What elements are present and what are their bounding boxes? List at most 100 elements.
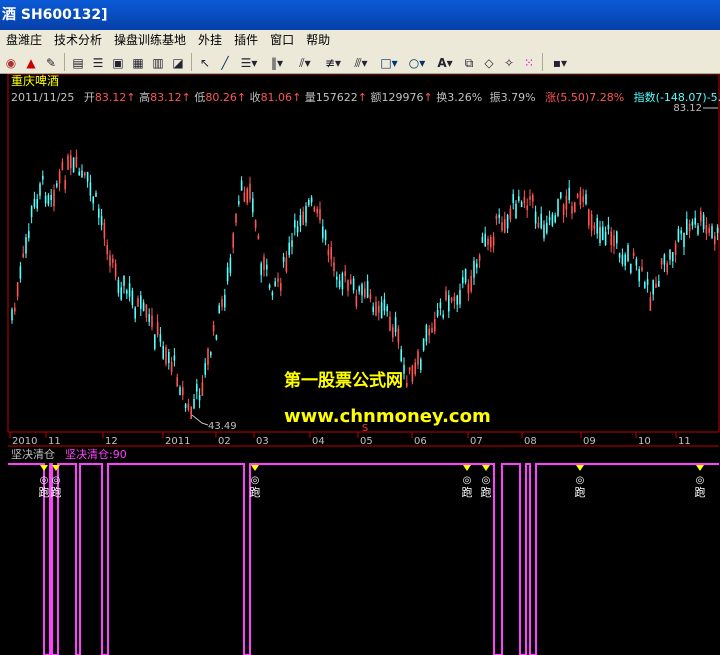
rectangle-icon[interactable]: □▾ [376,53,402,71]
toolbar-separator [191,52,192,71]
signal-symbol: ◎ [251,475,260,486]
candle [246,186,248,206]
up-arrow: ↑ [292,91,301,104]
stock-name: 重庆啤酒 [11,74,59,88]
title-bar: 酒 SH600132] [0,0,720,30]
candle [72,157,75,173]
magic-icon[interactable]: ✧ [500,53,518,71]
candle [67,153,69,170]
menu-item-training-base[interactable]: 操盘训练基地 [108,30,192,50]
amount-label: 额 [371,91,382,104]
signal-label: 跑 [575,485,586,499]
menu-item-technical-analysis[interactable]: 技术分析 [48,30,108,50]
change-value: 涨(5.50)7.28% [545,91,624,104]
signal-symbol: ◎ [576,475,585,486]
menu-item-help[interactable]: 帮助 [300,30,336,50]
turnover-label: 换 [436,90,447,104]
signal-symbol: ◎ [52,475,61,486]
signal-label: 跑 [462,485,473,499]
parallel-lines-icon[interactable]: ⫻▾ [348,53,374,71]
date-axis-label: 07 [470,436,483,447]
date-axis-label: 11 [48,436,61,447]
candle [190,406,192,420]
up-arrow: ↑ [424,91,433,104]
high-label: 高 [139,90,150,104]
date-axis-label: 04 [312,436,325,447]
up-arrow: ↑ [358,91,367,104]
close-label: 收 [250,90,261,104]
fan-lines-icon[interactable]: ⫽▾ [292,53,318,71]
signal-label: 跑 [250,485,261,499]
menu-item-0[interactable]: 盘潍庄 [0,30,48,50]
signal-symbol: ◎ [696,475,705,486]
candle [557,198,559,218]
vertical-lines-icon[interactable]: ‖▾ [264,53,290,71]
price-scale-label: 83.12 [673,103,702,114]
toolbar-separator [542,52,543,71]
volume-value: 157622 [316,91,358,104]
candle [574,201,576,213]
date-axis-label: 09 [583,436,596,447]
date-axis-label: 11 [678,436,691,447]
low-label: 低 [194,91,205,104]
candle [627,242,629,263]
toolbar-separator [64,52,65,71]
line-tool-icon[interactable]: ╱ [216,53,234,71]
signal-label: 跑 [39,485,50,499]
menu-item-window[interactable]: 窗口 [264,30,300,50]
toolbar: ◉ ▲ ✎ ▤ ☰ ▣ ▦ ▥ ◪ ↖ ╱ ☰▾ ‖▾ ⫽▾ ≢▾ ⫻▾ □▾ … [0,50,720,74]
up-arrow: ↑ [237,91,246,104]
amplitude-value: 3.79% [501,91,536,104]
layout-e-icon[interactable]: ▥ [149,53,167,71]
volume-label: 量 [305,91,316,104]
color-palette-icon[interactable]: ⁙ [520,53,538,71]
copy-icon[interactable]: ⧉ [460,53,478,71]
amplitude-label: 振 [490,90,501,104]
watermark-title: 第一股票公式网 [284,370,403,391]
channel-icon[interactable]: ≢▾ [320,53,346,71]
quote-date: 2011/11/25 [11,91,74,104]
eraser-icon[interactable]: ◇ [480,53,498,71]
layout-f-icon[interactable]: ◪ [169,53,187,71]
menu-item-plugins-external[interactable]: 外挂 [192,30,228,50]
window-title: 酒 SH600132] [2,7,108,23]
menu-bar: 盘潍庄 技术分析 操盘训练基地 外挂 插件 窗口 帮助 [0,30,720,50]
signal-label: 跑 [695,485,706,499]
layout-d-icon[interactable]: ▦ [129,53,147,71]
layout-a-icon[interactable]: ▤ [69,53,87,71]
pen-icon[interactable]: ✎ [42,53,60,71]
save-icon[interactable]: ▪▾ [547,53,573,71]
date-axis-label: 02 [218,436,231,447]
kline-chart-area[interactable]: 重庆啤酒 2011/11/25 开83.12↑ 高83.12↑ 低80.26↑ … [0,74,720,655]
amount-value: 129976 [382,91,424,104]
layout-b-icon[interactable]: ☰ [89,53,107,71]
watermark-url: www.chnmoney.com [284,406,491,427]
candle [165,344,167,367]
candle [464,268,467,285]
text-line-icon[interactable]: ☰▾ [236,53,262,71]
date-axis-label: 12 [105,436,118,447]
ellipse-icon[interactable]: ○▾ [404,53,430,71]
chart-icon[interactable]: ◉ [2,53,20,71]
signal-label: 跑 [51,485,62,499]
turnover-value: 3.26% [447,91,482,104]
text-icon[interactable]: A▾ [432,53,458,71]
cursor-arrow-icon[interactable]: ↖ [196,53,214,71]
signal-symbol: ◎ [482,475,491,486]
alert-bell-icon[interactable]: ▲ [22,53,40,71]
candle [630,263,632,275]
date-axis-label: 2011 [165,436,190,447]
date-axis-label: 05 [360,436,373,447]
low-value: 80.26 [205,91,237,104]
date-axis-label: 2010 [12,436,37,447]
date-axis-label: 10 [638,436,651,447]
date-axis-label: 08 [524,436,537,447]
s-marker: S [362,423,368,434]
candle [422,338,425,352]
candle [411,364,414,385]
layout-c-icon[interactable]: ▣ [109,53,127,71]
indicator-name: 坚决清仓 [11,447,55,461]
signal-label: 跑 [481,485,492,499]
up-arrow: ↑ [126,91,135,104]
menu-item-plugins[interactable]: 插件 [228,30,264,50]
